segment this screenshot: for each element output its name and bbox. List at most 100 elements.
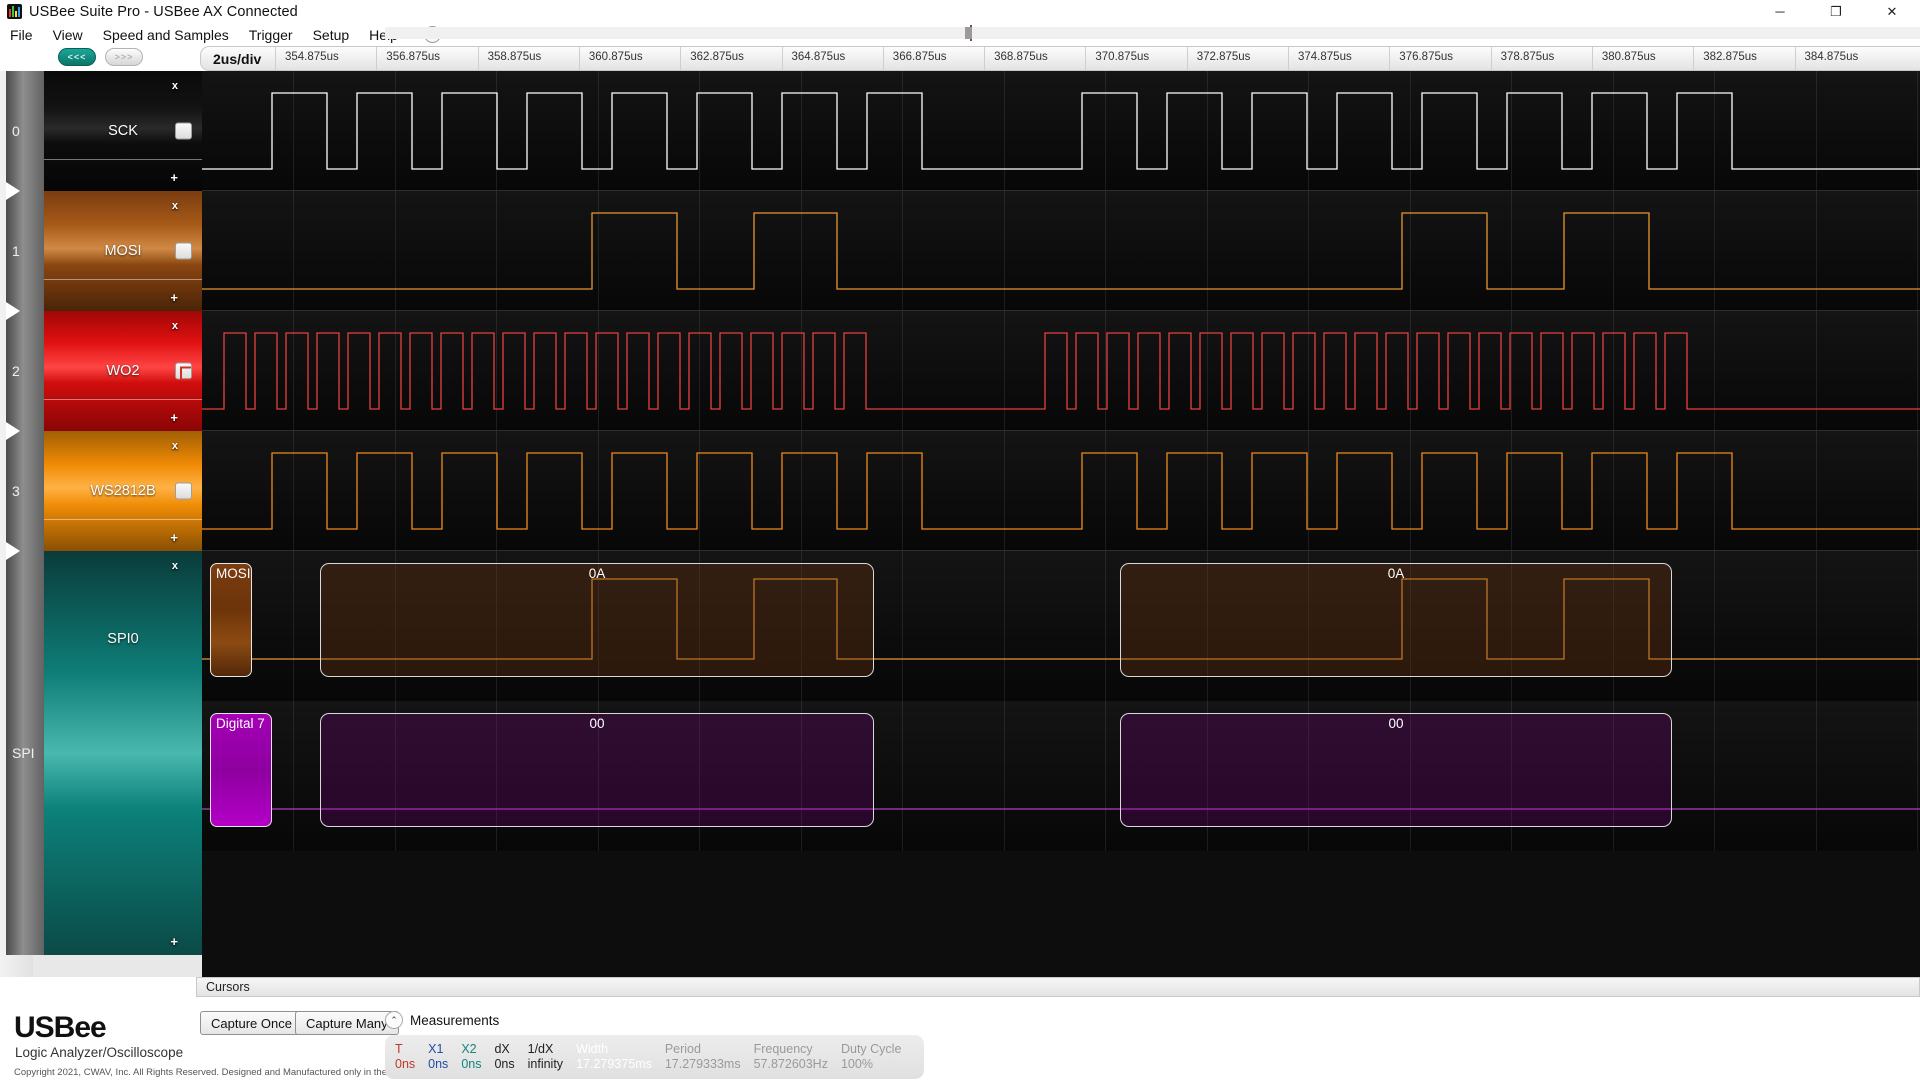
measurement-value: 17.279375ms	[576, 1057, 652, 1071]
protocol-row-spi0[interactable]: SPI SPI0 x +	[0, 551, 202, 955]
menu-file[interactable]: File	[0, 24, 43, 46]
decoded-row-digital-7[interactable]: Digital 7 00 00	[202, 701, 1920, 851]
cursors-label: Cursors	[206, 980, 250, 994]
channel-row-mosi[interactable]: 1 MOSI x +	[0, 191, 202, 320]
waveform-trace	[202, 452, 1920, 530]
protocol-color-band[interactable]: SPI0 x +	[44, 551, 202, 955]
channel-add-icon[interactable]: +	[170, 530, 178, 545]
window-controls: ─ ❐ ✕	[1752, 0, 1920, 23]
ruler-tick-label: 374.875us	[1298, 51, 1352, 63]
channel-row-ws2812b[interactable]: 3 WS2812B x +	[0, 431, 202, 560]
decoded-packet[interactable]: 00	[320, 713, 874, 827]
maximize-button[interactable]: ❐	[1808, 0, 1864, 23]
decoded-packet[interactable]: 0A	[1120, 563, 1672, 677]
scroll-left-button[interactable]: <<<	[58, 48, 96, 66]
decoded-packet[interactable]: 00	[1120, 713, 1672, 827]
waveform-track-sck[interactable]	[202, 71, 1920, 191]
ruler-tick-line	[1794, 47, 1796, 70]
measurement-header: Frequency	[753, 1042, 813, 1056]
channel-color-band[interactable]: WO2 x +	[44, 311, 202, 431]
measurement-column: 1/dX infinity	[528, 1039, 576, 1075]
channel-row-wo2[interactable]: 2 WO2 x +	[0, 311, 202, 440]
ruler-tick-line	[1591, 47, 1593, 70]
capture-once-button[interactable]: Capture Once	[200, 1011, 303, 1035]
measurement-header: Width	[576, 1042, 609, 1056]
channel-trigger-button[interactable]	[175, 242, 192, 260]
channel-close-icon[interactable]: x	[172, 320, 178, 332]
measurement-header: Duty Cycle	[840, 1042, 902, 1056]
channel-color-band[interactable]: WS2812B x +	[44, 431, 202, 551]
scroll-right-button[interactable]: >>>	[105, 48, 143, 66]
menu-trigger[interactable]: Trigger	[239, 24, 303, 46]
capture-many-button[interactable]: Capture Many	[295, 1011, 399, 1035]
menu-setup[interactable]: Setup	[303, 24, 360, 46]
menu-view[interactable]: View	[43, 24, 93, 46]
ruler-tick-line	[477, 47, 479, 70]
collapse-icon[interactable]: ⌃	[385, 1011, 403, 1029]
measurement-column: X2 0ns	[461, 1039, 494, 1075]
channel-trigger-button[interactable]	[175, 362, 192, 381]
waveform-track-wo2[interactable]	[202, 311, 1920, 431]
ruler-tick-label: 370.875us	[1095, 51, 1150, 63]
ruler-tick-line	[1288, 47, 1289, 70]
channel-color-band[interactable]: MOSI x +	[44, 191, 202, 311]
channel-trigger-button[interactable]	[175, 482, 192, 500]
horizontal-scrollbar-track[interactable]	[385, 27, 1920, 39]
measurement-value: 100%	[840, 1057, 873, 1071]
channel-trigger-button[interactable]	[175, 122, 192, 140]
channel-index-0[interactable]: 0	[6, 71, 44, 200]
measurement-column: Period 17.279333ms	[665, 1039, 754, 1075]
decoded-row-label[interactable]: Digital 7	[210, 713, 272, 827]
channel-close-icon[interactable]: x	[172, 200, 178, 212]
decoded-packet[interactable]: 0A	[320, 563, 874, 677]
protocol-close-icon[interactable]: x	[172, 560, 178, 572]
channel-index-2[interactable]: 2	[6, 311, 44, 440]
close-button[interactable]: ✕	[1864, 0, 1920, 23]
channel-row-sck[interactable]: 0 SCK x +	[0, 71, 202, 200]
time-ruler[interactable]: 2us/div 354.875us 356.875us 358.875us 360.8…	[200, 46, 1920, 71]
time-per-division-label: 2us/div	[213, 50, 262, 67]
decoded-row-mosi[interactable]: MOSI 0A 0A	[202, 551, 1920, 701]
measurement-header: T	[395, 1042, 403, 1056]
minimize-button[interactable]: ─	[1752, 0, 1808, 23]
measurement-column: X1 0ns	[428, 1039, 461, 1075]
channel-close-icon[interactable]: x	[172, 440, 178, 452]
protocol-group-sidebar[interactable]: SPI	[6, 551, 44, 955]
waveform-track-mosi[interactable]	[202, 191, 1920, 311]
waveform-track-ws2812b[interactable]	[202, 431, 1920, 551]
band-hairline	[44, 159, 202, 160]
measurement-column: Width 17.279375ms	[576, 1039, 665, 1075]
protocol-add-icon[interactable]: +	[170, 934, 178, 949]
ruler-tick-label: 358.875us	[487, 51, 542, 63]
menu-speed-and-samples[interactable]: Speed and Samples	[93, 24, 239, 46]
ruler-tick-line	[275, 47, 276, 70]
decoded-packet-value: 00	[1388, 716, 1404, 731]
decoded-packet-value: 00	[589, 716, 605, 731]
horizontal-scrollbar-thumb[interactable]	[965, 27, 972, 39]
channel-index-label: 3	[12, 483, 20, 499]
channel-add-icon[interactable]: +	[170, 410, 178, 425]
channel-add-icon[interactable]: +	[170, 170, 178, 185]
ruler-tick-line	[578, 47, 580, 70]
app-logo-icon	[7, 4, 22, 19]
ruler-tick-label: 378.875us	[1500, 51, 1555, 63]
decoded-row-label[interactable]: MOSI	[210, 563, 252, 677]
channel-close-icon[interactable]: x	[172, 80, 178, 92]
channel-index-1[interactable]: 1	[6, 191, 44, 320]
cursors-bar[interactable]: Cursors	[196, 977, 1920, 997]
waveform-plot[interactable]: MOSI 0A 0A Digital 7 00 00	[202, 71, 1920, 977]
channel-index-3[interactable]: 3	[6, 431, 44, 560]
measurement-header: dX	[494, 1042, 510, 1056]
measurement-value: 0ns	[395, 1057, 416, 1071]
channel-add-icon[interactable]: +	[170, 290, 178, 305]
channel-color-band[interactable]: SCK x +	[44, 71, 202, 191]
measurement-header: X1	[428, 1042, 444, 1056]
copyright-text: Copyright 2021, CWAV, Inc. All Rights Re…	[14, 1067, 412, 1078]
window-title: USBee Suite Pro - USBee AX Connected	[29, 3, 298, 20]
ruler-tick-line	[984, 47, 986, 70]
ruler-tick-label: 366.875us	[892, 51, 947, 63]
measurement-header: 1/dX	[527, 1042, 554, 1056]
measurement-column: Frequency 57.872603Hz	[754, 1039, 841, 1075]
decoded-packet-value: 0A	[588, 566, 606, 581]
band-hairline	[44, 279, 202, 280]
